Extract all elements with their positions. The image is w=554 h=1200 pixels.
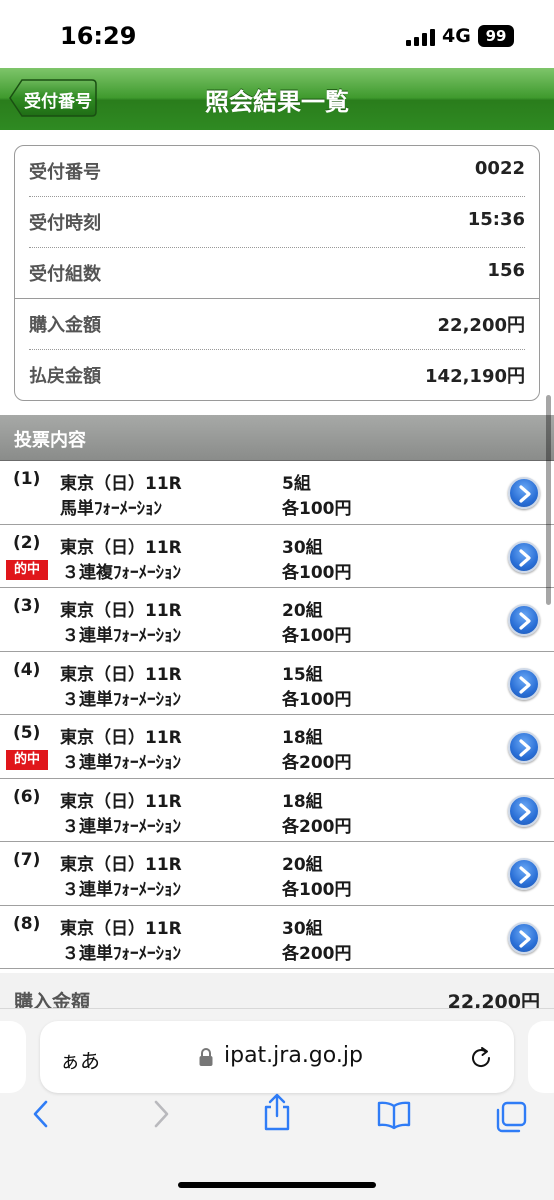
chevron-right-icon[interactable] (508, 604, 540, 636)
summary-value: 142,190円 (425, 366, 525, 387)
bet-race: 東京（日）11R (60, 918, 182, 939)
bet-count: 30組 (282, 918, 323, 939)
summary-label: 払戻金額 (29, 366, 101, 387)
bet-number: (4) (13, 659, 41, 680)
scrollbar[interactable] (546, 395, 551, 605)
bet-amount: 各100円 (282, 689, 352, 710)
bet-amount: 各200円 (282, 816, 352, 837)
summary-value: 15:36 (467, 209, 525, 230)
bet-number: (5) (13, 723, 41, 743)
bet-amount: 各200円 (282, 943, 352, 964)
lock-icon (198, 1048, 214, 1072)
url-text: ipat.jra.go.jp (224, 1043, 363, 1068)
chevron-right-icon[interactable] (508, 921, 540, 954)
summary-label: 購入金額 (29, 315, 101, 336)
bet-race: 東京（日）11R (60, 791, 182, 812)
bet-count: 5組 (282, 474, 311, 494)
bet-race: 東京（日）11R (60, 474, 182, 494)
bet-type: ３連単ﾌｫｰﾒｰｼｮﾝ (62, 816, 181, 837)
bet-amount: 各100円 (282, 562, 352, 583)
hit-badge: 的中 (6, 559, 48, 580)
back-arrow-icon[interactable] (30, 1098, 52, 1134)
chevron-right-icon[interactable] (508, 540, 540, 573)
summary-label: 受付組数 (29, 264, 101, 285)
bet-race: 東京（日）11R (60, 537, 182, 558)
tabs-icon[interactable] (494, 1100, 528, 1138)
bet-row[interactable]: (6) 東京（日）11R ３連単ﾌｫｰﾒｰｼｮﾝ 18組 各200円 (0, 778, 554, 842)
summary-row-receipt-time: 受付時刻 15:36 (29, 197, 525, 247)
bet-row[interactable]: (4) 東京（日）11R ３連単ﾌｫｰﾒｰｼｮﾝ 15組 各100円 (0, 651, 554, 715)
bet-number: (3) (13, 596, 41, 616)
bet-row[interactable]: (2) 東京（日）11R 的中 ３連複ﾌｫｰﾒｰｼｮﾝ 30組 各100円 (0, 524, 554, 588)
bet-type: 馬単ﾌｫｰﾒｰｼｮﾝ (60, 499, 162, 519)
bet-count: 15組 (282, 664, 323, 685)
bet-row[interactable]: (3) 東京（日）11R ３連単ﾌｫｰﾒｰｼｮﾝ 20組 各100円 (0, 588, 554, 652)
bet-count: 30組 (282, 537, 323, 558)
summary-label: 受付時刻 (29, 213, 101, 234)
previous-tab-peek[interactable] (0, 1021, 26, 1093)
bet-number: (2) (13, 532, 41, 553)
network-label: 4G (442, 25, 471, 47)
page-title: 照会結果一覧 (205, 88, 349, 116)
battery-icon: 99 (478, 25, 514, 47)
home-indicator (178, 1182, 376, 1188)
summary-value: 22,200円 (437, 315, 525, 336)
reload-icon[interactable] (468, 1045, 494, 1075)
bet-row[interactable]: (7) 東京（日）11R ３連単ﾌｫｰﾒｰｼｮﾝ 20組 各100円 (0, 842, 554, 906)
bet-number: (7) (13, 850, 41, 870)
bet-amount: 各100円 (282, 880, 352, 900)
bottom-total: 購入金額 22,200円 (0, 973, 554, 1013)
summary-row-purchase-amount: 購入金額 22,200円 (29, 299, 525, 349)
bet-race: 東京（日）11R (60, 664, 182, 685)
bet-amount: 各100円 (282, 499, 352, 519)
chevron-right-icon[interactable] (508, 477, 540, 509)
bet-type: ３連複ﾌｫｰﾒｰｼｮﾝ (62, 562, 181, 583)
section-title: 投票内容 (14, 430, 86, 451)
chevron-right-icon[interactable] (508, 667, 540, 700)
hit-badge: 的中 (6, 750, 48, 770)
summary-box: 受付番号 0022 受付時刻 15:36 受付組数 156 購入金額 22,20… (14, 145, 540, 401)
share-icon[interactable] (260, 1092, 294, 1136)
bet-number: (6) (13, 786, 41, 807)
summary-row-payout-amount: 払戻金額 142,190円 (29, 350, 525, 400)
bet-type: ３連単ﾌｫｰﾒｰｼｮﾝ (62, 943, 181, 964)
bet-race: 東京（日）11R (60, 728, 182, 748)
bet-count: 20組 (282, 855, 323, 875)
bet-list: (1) 東京（日）11R 馬単ﾌｫｰﾒｰｼｮﾝ 5組 各100円 (2) 東京（… (0, 461, 554, 969)
bet-count: 18組 (282, 728, 323, 748)
bookmarks-icon[interactable] (376, 1100, 412, 1134)
section-header: 投票内容 (0, 415, 554, 461)
summary-value: 0022 (474, 158, 525, 179)
bet-race: 東京（日）11R (60, 855, 182, 875)
status-bar: 16:29 4G 99 (0, 0, 554, 68)
bet-number: (8) (13, 913, 41, 934)
bet-amount: 各100円 (282, 626, 352, 646)
bet-type: ３連単ﾌｫｰﾒｰｼｮﾝ (62, 753, 181, 773)
summary-value: 156 (487, 260, 525, 281)
address-bar[interactable]: ぁあ ipat.jra.go.jp (40, 1021, 514, 1093)
forward-arrow-icon[interactable] (150, 1098, 172, 1134)
bet-type: ３連単ﾌｫｰﾒｰｼｮﾝ (62, 626, 181, 646)
bet-row[interactable]: (8) 東京（日）11R ３連単ﾌｫｰﾒｰｼｮﾝ 30組 各200円 (0, 905, 554, 969)
chevron-right-icon[interactable] (508, 858, 540, 890)
bet-type: ３連単ﾌｫｰﾒｰｼｮﾝ (62, 689, 181, 710)
page-settings-button[interactable]: ぁあ (60, 1045, 100, 1074)
next-tab-peek[interactable] (528, 1021, 554, 1093)
chevron-right-icon[interactable] (508, 794, 540, 827)
bet-race: 東京（日）11R (60, 601, 182, 621)
nav-header: 受付番号 照会結果一覧 (0, 68, 554, 130)
status-time: 16:29 (60, 22, 137, 50)
summary-label: 受付番号 (29, 162, 101, 183)
signal-icon (406, 28, 436, 46)
bet-count: 18組 (282, 791, 323, 812)
bet-count: 20組 (282, 601, 323, 621)
bet-amount: 各200円 (282, 753, 352, 773)
bet-row[interactable]: (1) 東京（日）11R 馬単ﾌｫｰﾒｰｼｮﾝ 5組 各100円 (0, 461, 554, 525)
bet-type: ３連単ﾌｫｰﾒｰｼｮﾝ (62, 880, 181, 900)
bet-number: (1) (13, 469, 41, 489)
summary-row-receipt-no: 受付番号 0022 (29, 146, 525, 196)
summary-row-combinations: 受付組数 156 (29, 248, 525, 298)
bet-row[interactable]: (5) 東京（日）11R 的中 ３連単ﾌｫｰﾒｰｼｮﾝ 18組 各200円 (0, 715, 554, 779)
chevron-right-icon[interactable] (508, 731, 540, 763)
